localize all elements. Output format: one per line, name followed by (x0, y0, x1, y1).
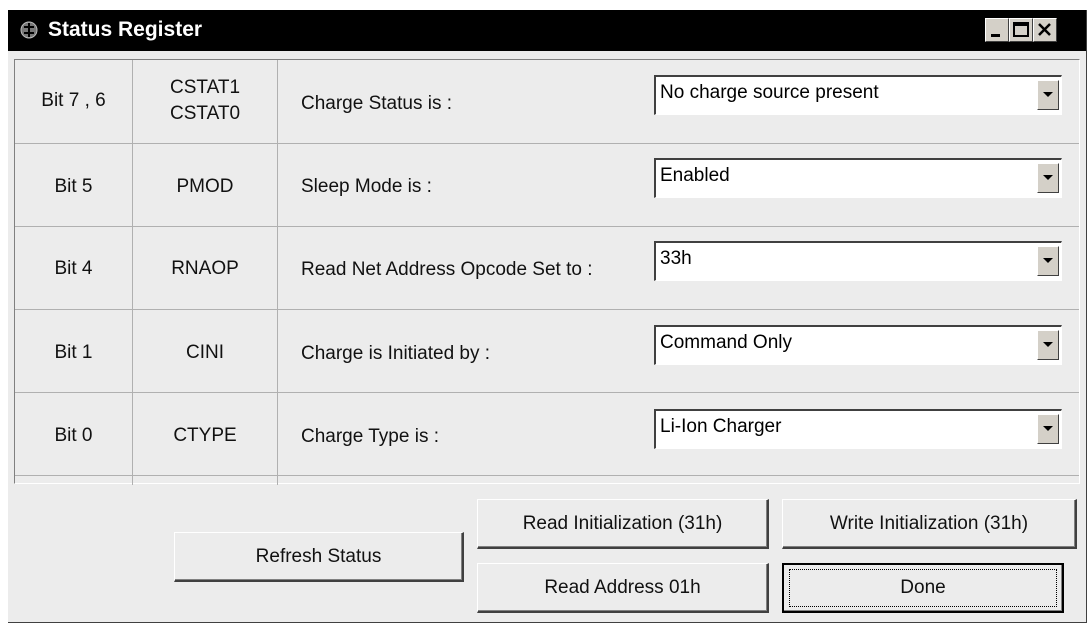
bit-label: Bit 0 (54, 425, 93, 446)
write-initialization-button[interactable]: Write Initialization (31h) (782, 499, 1077, 549)
chevron-down-icon (1043, 92, 1053, 97)
dropdown-button[interactable] (1037, 330, 1059, 360)
window-title: Status Register (48, 18, 203, 41)
register-name: CSTAT1 (169, 77, 241, 98)
bit-label: Bit 4 (54, 258, 93, 279)
dropdown-button[interactable] (1037, 414, 1059, 444)
register-name: RNAOP (171, 258, 239, 279)
dropdown-button[interactable] (1037, 246, 1059, 276)
row-divider (15, 392, 1079, 393)
button-label: Refresh Status (255, 545, 382, 567)
selected-value: Command Only (660, 332, 792, 353)
row-divider (15, 143, 1079, 144)
row-divider (15, 475, 1079, 476)
title-bar[interactable]: Status Register (8, 10, 1086, 51)
chevron-down-icon (1043, 175, 1053, 180)
net-address-opcode-select[interactable]: 33h (654, 241, 1062, 281)
selected-value: 33h (660, 248, 692, 269)
bit-label: Bit 7 , 6 (41, 90, 106, 111)
button-label: Done (900, 577, 946, 598)
field-label: Charge Status is : (301, 93, 453, 114)
button-label: Read Address 01h (544, 576, 701, 598)
read-initialization-button[interactable]: Read Initialization (31h) (477, 499, 769, 549)
chevron-down-icon (1043, 258, 1053, 263)
selected-value: Enabled (660, 165, 730, 186)
close-icon (1038, 23, 1051, 36)
dropdown-button[interactable] (1037, 80, 1059, 110)
row-divider (15, 309, 1079, 310)
row-divider (15, 226, 1079, 227)
field-label: Sleep Mode is : (301, 176, 432, 197)
chevron-down-icon (1043, 426, 1053, 431)
selected-value: Li-Ion Charger (660, 416, 782, 437)
button-label: Read Initialization (31h) (522, 512, 723, 534)
field-label: Read Net Address Opcode Set to : (301, 259, 593, 280)
bit-label: Bit 1 (54, 342, 93, 363)
field-label: Charge Type is : (301, 426, 440, 447)
chevron-down-icon (1043, 342, 1053, 347)
status-register-window: Status Register Bit 7 , 6 CSTAT1 CSTAT0 … (8, 10, 1087, 623)
refresh-status-button[interactable]: Refresh Status (174, 532, 464, 582)
status-table: Bit 7 , 6 CSTAT1 CSTAT0 Charge Status is… (14, 59, 1080, 485)
close-button[interactable] (1033, 18, 1057, 42)
minimize-icon (991, 34, 1000, 37)
register-name: CINI (186, 342, 224, 363)
app-icon (20, 21, 38, 39)
register-name: PMOD (176, 176, 234, 197)
maximize-icon (1013, 22, 1029, 37)
maximize-button[interactable] (1009, 18, 1033, 42)
done-button[interactable]: Done (782, 563, 1064, 613)
button-label: Write Initialization (31h) (829, 512, 1029, 534)
column-divider (277, 60, 278, 485)
sleep-mode-select[interactable]: Enabled (654, 158, 1062, 198)
register-name: CTYPE (173, 425, 237, 446)
read-address-button[interactable]: Read Address 01h (477, 563, 769, 613)
charge-type-select[interactable]: Li-Ion Charger (654, 409, 1062, 449)
charge-initiation-select[interactable]: Command Only (654, 325, 1062, 365)
selected-value: No charge source present (660, 82, 879, 103)
bit-label: Bit 5 (54, 176, 93, 197)
minimize-button[interactable] (985, 18, 1009, 42)
charge-status-select[interactable]: No charge source present (654, 75, 1062, 115)
register-name: CSTAT0 (169, 103, 241, 124)
field-label: Charge is Initiated by : (301, 343, 491, 364)
dropdown-button[interactable] (1037, 163, 1059, 193)
